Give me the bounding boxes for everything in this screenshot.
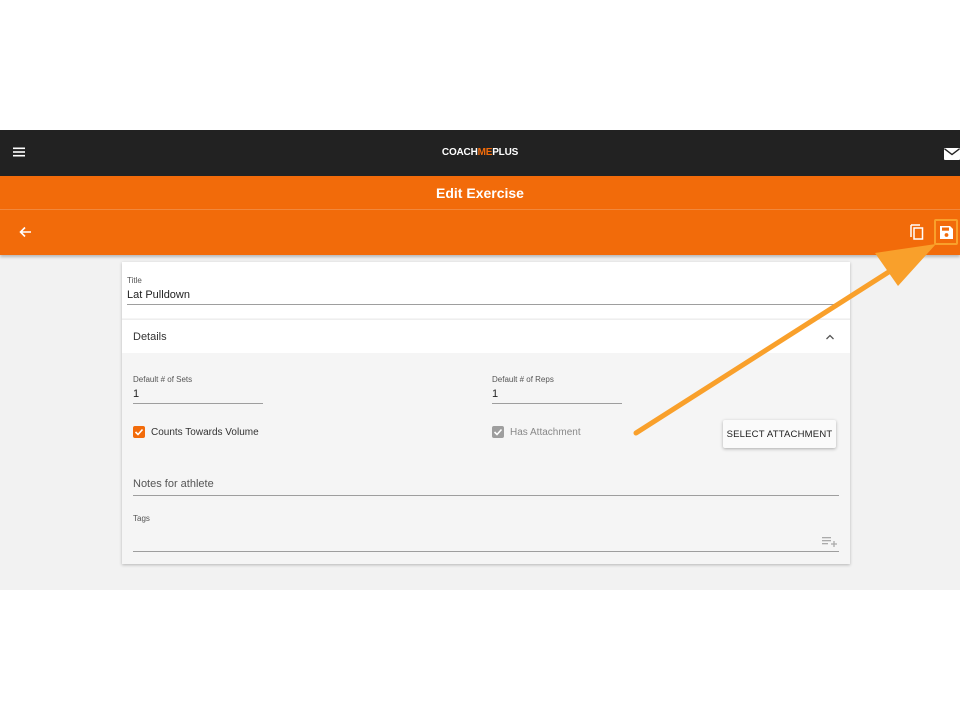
sets-label: Default # of Sets — [133, 375, 193, 384]
mail-icon[interactable] — [944, 148, 960, 160]
reps-underline — [492, 403, 622, 404]
tags-label: Tags — [133, 514, 150, 523]
chevron-up-icon[interactable] — [825, 333, 835, 341]
has-attachment-label: Has Attachment — [510, 427, 581, 438]
reps-label: Default # of Reps — [492, 375, 554, 384]
title-label: Title — [127, 276, 142, 285]
action-toolbar — [0, 210, 960, 255]
counts-volume-label: Counts Towards Volume — [151, 427, 259, 438]
sets-input[interactable]: 1 — [133, 388, 139, 400]
brand-logo: COACHMEPLUS — [441, 147, 519, 158]
top-navigation-bar: COACHMEPLUS — [0, 130, 960, 176]
page-title-bar: Edit Exercise — [0, 176, 960, 210]
playlist-add-icon[interactable] — [822, 536, 838, 548]
reps-input[interactable]: 1 — [492, 388, 498, 400]
details-section-header[interactable]: Details — [122, 319, 850, 353]
notes-input[interactable]: Notes for athlete — [133, 478, 214, 490]
exercise-form-card: Title Lat Pulldown Details Default # of … — [122, 262, 850, 564]
app-frame: COACHMEPLUS Edit Exercise Title Lat Pull… — [0, 130, 960, 590]
page-title: Edit Exercise — [436, 185, 524, 201]
arrow-left-icon[interactable] — [18, 225, 32, 239]
notes-underline — [133, 495, 839, 496]
copy-icon[interactable] — [910, 224, 924, 240]
tags-underline[interactable] — [133, 551, 839, 552]
select-attachment-button[interactable]: SELECT ATTACHMENT — [723, 420, 836, 448]
title-input-value[interactable]: Lat Pulldown — [127, 289, 190, 301]
has-attachment-checkbox — [492, 426, 504, 438]
counts-volume-checkbox[interactable] — [133, 426, 145, 438]
checkmark-icon — [134, 428, 144, 436]
sets-underline — [133, 403, 263, 404]
title-field[interactable]: Title Lat Pulldown — [122, 262, 850, 318]
details-label: Details — [133, 331, 167, 343]
save-button[interactable] — [934, 219, 958, 245]
checkmark-icon — [493, 428, 503, 436]
title-underline — [127, 304, 839, 305]
floppy-disk-icon — [940, 226, 953, 239]
